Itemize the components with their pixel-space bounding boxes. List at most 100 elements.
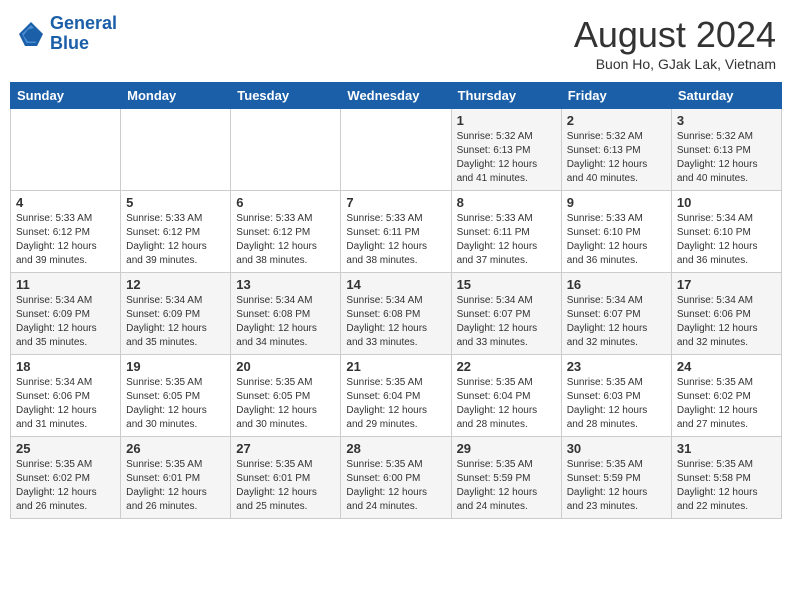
day-number: 17 — [677, 277, 776, 292]
day-number: 25 — [16, 441, 115, 456]
day-info: Sunrise: 5:33 AM Sunset: 6:12 PM Dayligh… — [126, 212, 225, 268]
calendar-cell: 19 Sunrise: 5:35 AM Sunset: 6:05 PM Dayli… — [121, 355, 231, 437]
day-info: Sunrise: 5:34 AM Sunset: 6:06 PM Dayligh… — [677, 294, 776, 350]
day-info: Sunrise: 5:32 AM Sunset: 6:13 PM Dayligh… — [567, 130, 666, 186]
calendar-cell: 1Sunrise: 5:32 AM Sunset: 6:13 PM Daylig… — [451, 109, 561, 191]
calendar-cell: 23 Sunrise: 5:35 AM Sunset: 6:03 PM Dayli… — [561, 355, 671, 437]
day-number: 21 — [346, 359, 445, 374]
day-info: Sunrise: 5:35 AM Sunset: 6:04 PM Dayligh… — [457, 376, 556, 432]
weekday-header-thursday: Thursday — [451, 83, 561, 109]
day-info: Sunrise: 5:35 AM Sunset: 6:02 PM Dayligh… — [677, 376, 776, 432]
day-info: Sunrise: 5:34 AM Sunset: 6:08 PM Dayligh… — [236, 294, 335, 350]
calendar-cell — [11, 109, 121, 191]
week-row-4: 18 Sunrise: 5:34 AM Sunset: 6:06 PM Dayli… — [11, 355, 782, 437]
day-info: Sunrise: 5:33 AM Sunset: 6:11 PM Dayligh… — [457, 212, 556, 268]
day-number: 15 — [457, 277, 556, 292]
day-number: 18 — [16, 359, 115, 374]
day-number: 8 — [457, 195, 556, 210]
day-info: Sunrise: 5:35 AM Sunset: 6:02 PM Dayligh… — [16, 458, 115, 514]
calendar-cell: 28 Sunrise: 5:35 AM Sunset: 6:00 PM Dayli… — [341, 437, 451, 519]
day-info: Sunrise: 5:34 AM Sunset: 6:09 PM Dayligh… — [126, 294, 225, 350]
calendar-cell: 6 Sunrise: 5:33 AM Sunset: 6:12 PM Daylig… — [231, 191, 341, 273]
calendar-cell: 11 Sunrise: 5:34 AM Sunset: 6:09 PM Dayli… — [11, 273, 121, 355]
calendar-cell: 22Sunrise: 5:35 AM Sunset: 6:04 PM Dayli… — [451, 355, 561, 437]
day-number: 23 — [567, 359, 666, 374]
day-info: Sunrise: 5:33 AM Sunset: 6:12 PM Dayligh… — [16, 212, 115, 268]
day-info: Sunrise: 5:35 AM Sunset: 6:05 PM Dayligh… — [126, 376, 225, 432]
calendar-cell: 2 Sunrise: 5:32 AM Sunset: 6:13 PM Daylig… — [561, 109, 671, 191]
day-number: 20 — [236, 359, 335, 374]
day-number: 9 — [567, 195, 666, 210]
day-number: 14 — [346, 277, 445, 292]
calendar-cell: 17 Sunrise: 5:34 AM Sunset: 6:06 PM Dayli… — [671, 273, 781, 355]
day-info: Sunrise: 5:35 AM Sunset: 6:01 PM Dayligh… — [236, 458, 335, 514]
day-number: 24 — [677, 359, 776, 374]
calendar-cell: 15 Sunrise: 5:34 AM Sunset: 6:07 PM Dayli… — [451, 273, 561, 355]
day-info: Sunrise: 5:34 AM Sunset: 6:07 PM Dayligh… — [567, 294, 666, 350]
weekday-header-saturday: Saturday — [671, 83, 781, 109]
day-info: Sunrise: 5:33 AM Sunset: 6:11 PM Dayligh… — [346, 212, 445, 268]
day-number: 7 — [346, 195, 445, 210]
day-number: 13 — [236, 277, 335, 292]
logo-line1: General — [50, 13, 117, 33]
day-number: 6 — [236, 195, 335, 210]
day-info: Sunrise: 5:34 AM Sunset: 6:09 PM Dayligh… — [16, 294, 115, 350]
day-info: Sunrise: 5:35 AM Sunset: 6:05 PM Dayligh… — [236, 376, 335, 432]
calendar-cell: 3 Sunrise: 5:32 AM Sunset: 6:13 PM Daylig… — [671, 109, 781, 191]
calendar-cell: 20 Sunrise: 5:35 AM Sunset: 6:05 PM Dayli… — [231, 355, 341, 437]
calendar-cell — [341, 109, 451, 191]
weekday-header-friday: Friday — [561, 83, 671, 109]
day-number: 4 — [16, 195, 115, 210]
day-number: 28 — [346, 441, 445, 456]
day-number: 2 — [567, 113, 666, 128]
calendar-cell: 8 Sunrise: 5:33 AM Sunset: 6:11 PM Daylig… — [451, 191, 561, 273]
calendar-cell: 7 Sunrise: 5:33 AM Sunset: 6:11 PM Daylig… — [341, 191, 451, 273]
day-info: Sunrise: 5:35 AM Sunset: 5:58 PM Dayligh… — [677, 458, 776, 514]
day-number: 26 — [126, 441, 225, 456]
calendar-cell: 10Sunrise: 5:34 AM Sunset: 6:10 PM Dayli… — [671, 191, 781, 273]
day-info: Sunrise: 5:34 AM Sunset: 6:06 PM Dayligh… — [16, 376, 115, 432]
week-row-5: 25 Sunrise: 5:35 AM Sunset: 6:02 PM Dayli… — [11, 437, 782, 519]
weekday-header-wednesday: Wednesday — [341, 83, 451, 109]
day-number: 27 — [236, 441, 335, 456]
day-info: Sunrise: 5:35 AM Sunset: 5:59 PM Dayligh… — [457, 458, 556, 514]
day-info: Sunrise: 5:33 AM Sunset: 6:10 PM Dayligh… — [567, 212, 666, 268]
calendar-cell: 25 Sunrise: 5:35 AM Sunset: 6:02 PM Dayli… — [11, 437, 121, 519]
calendar-cell: 27 Sunrise: 5:35 AM Sunset: 6:01 PM Dayli… — [231, 437, 341, 519]
calendar-cell: 18 Sunrise: 5:34 AM Sunset: 6:06 PM Dayli… — [11, 355, 121, 437]
day-number: 12 — [126, 277, 225, 292]
month-title: August 2024 — [574, 14, 776, 56]
calendar-cell: 14Sunrise: 5:34 AM Sunset: 6:08 PM Dayli… — [341, 273, 451, 355]
week-row-3: 11 Sunrise: 5:34 AM Sunset: 6:09 PM Dayli… — [11, 273, 782, 355]
title-area: August 2024 Buon Ho, GJak Lak, Vietnam — [574, 14, 776, 72]
page-header: General Blue August 2024 Buon Ho, GJak L… — [10, 10, 782, 76]
calendar-cell: 29 Sunrise: 5:35 AM Sunset: 5:59 PM Dayli… — [451, 437, 561, 519]
weekday-header-row: SundayMondayTuesdayWednesdayThursdayFrid… — [11, 83, 782, 109]
calendar-cell: 30Sunrise: 5:35 AM Sunset: 5:59 PM Dayli… — [561, 437, 671, 519]
logo-icon — [16, 19, 46, 49]
location: Buon Ho, GJak Lak, Vietnam — [574, 56, 776, 72]
day-number: 19 — [126, 359, 225, 374]
day-info: Sunrise: 5:35 AM Sunset: 6:03 PM Dayligh… — [567, 376, 666, 432]
calendar-cell: 26 Sunrise: 5:35 AM Sunset: 6:01 PM Dayli… — [121, 437, 231, 519]
day-info: Sunrise: 5:35 AM Sunset: 6:01 PM Dayligh… — [126, 458, 225, 514]
calendar-cell — [231, 109, 341, 191]
day-number: 3 — [677, 113, 776, 128]
calendar-cell: 4 Sunrise: 5:33 AM Sunset: 6:12 PM Daylig… — [11, 191, 121, 273]
day-number: 11 — [16, 277, 115, 292]
day-number: 29 — [457, 441, 556, 456]
day-info: Sunrise: 5:34 AM Sunset: 6:07 PM Dayligh… — [457, 294, 556, 350]
week-row-2: 4 Sunrise: 5:33 AM Sunset: 6:12 PM Daylig… — [11, 191, 782, 273]
weekday-header-tuesday: Tuesday — [231, 83, 341, 109]
day-info: Sunrise: 5:35 AM Sunset: 6:00 PM Dayligh… — [346, 458, 445, 514]
day-number: 1 — [457, 113, 556, 128]
calendar-cell: 9 Sunrise: 5:33 AM Sunset: 6:10 PM Daylig… — [561, 191, 671, 273]
day-info: Sunrise: 5:32 AM Sunset: 6:13 PM Dayligh… — [677, 130, 776, 186]
calendar-cell: 21Sunrise: 5:35 AM Sunset: 6:04 PM Dayli… — [341, 355, 451, 437]
calendar-cell: 12 Sunrise: 5:34 AM Sunset: 6:09 PM Dayli… — [121, 273, 231, 355]
logo: General Blue — [16, 14, 117, 54]
day-info: Sunrise: 5:33 AM Sunset: 6:12 PM Dayligh… — [236, 212, 335, 268]
calendar-cell — [121, 109, 231, 191]
weekday-header-monday: Monday — [121, 83, 231, 109]
day-number: 16 — [567, 277, 666, 292]
